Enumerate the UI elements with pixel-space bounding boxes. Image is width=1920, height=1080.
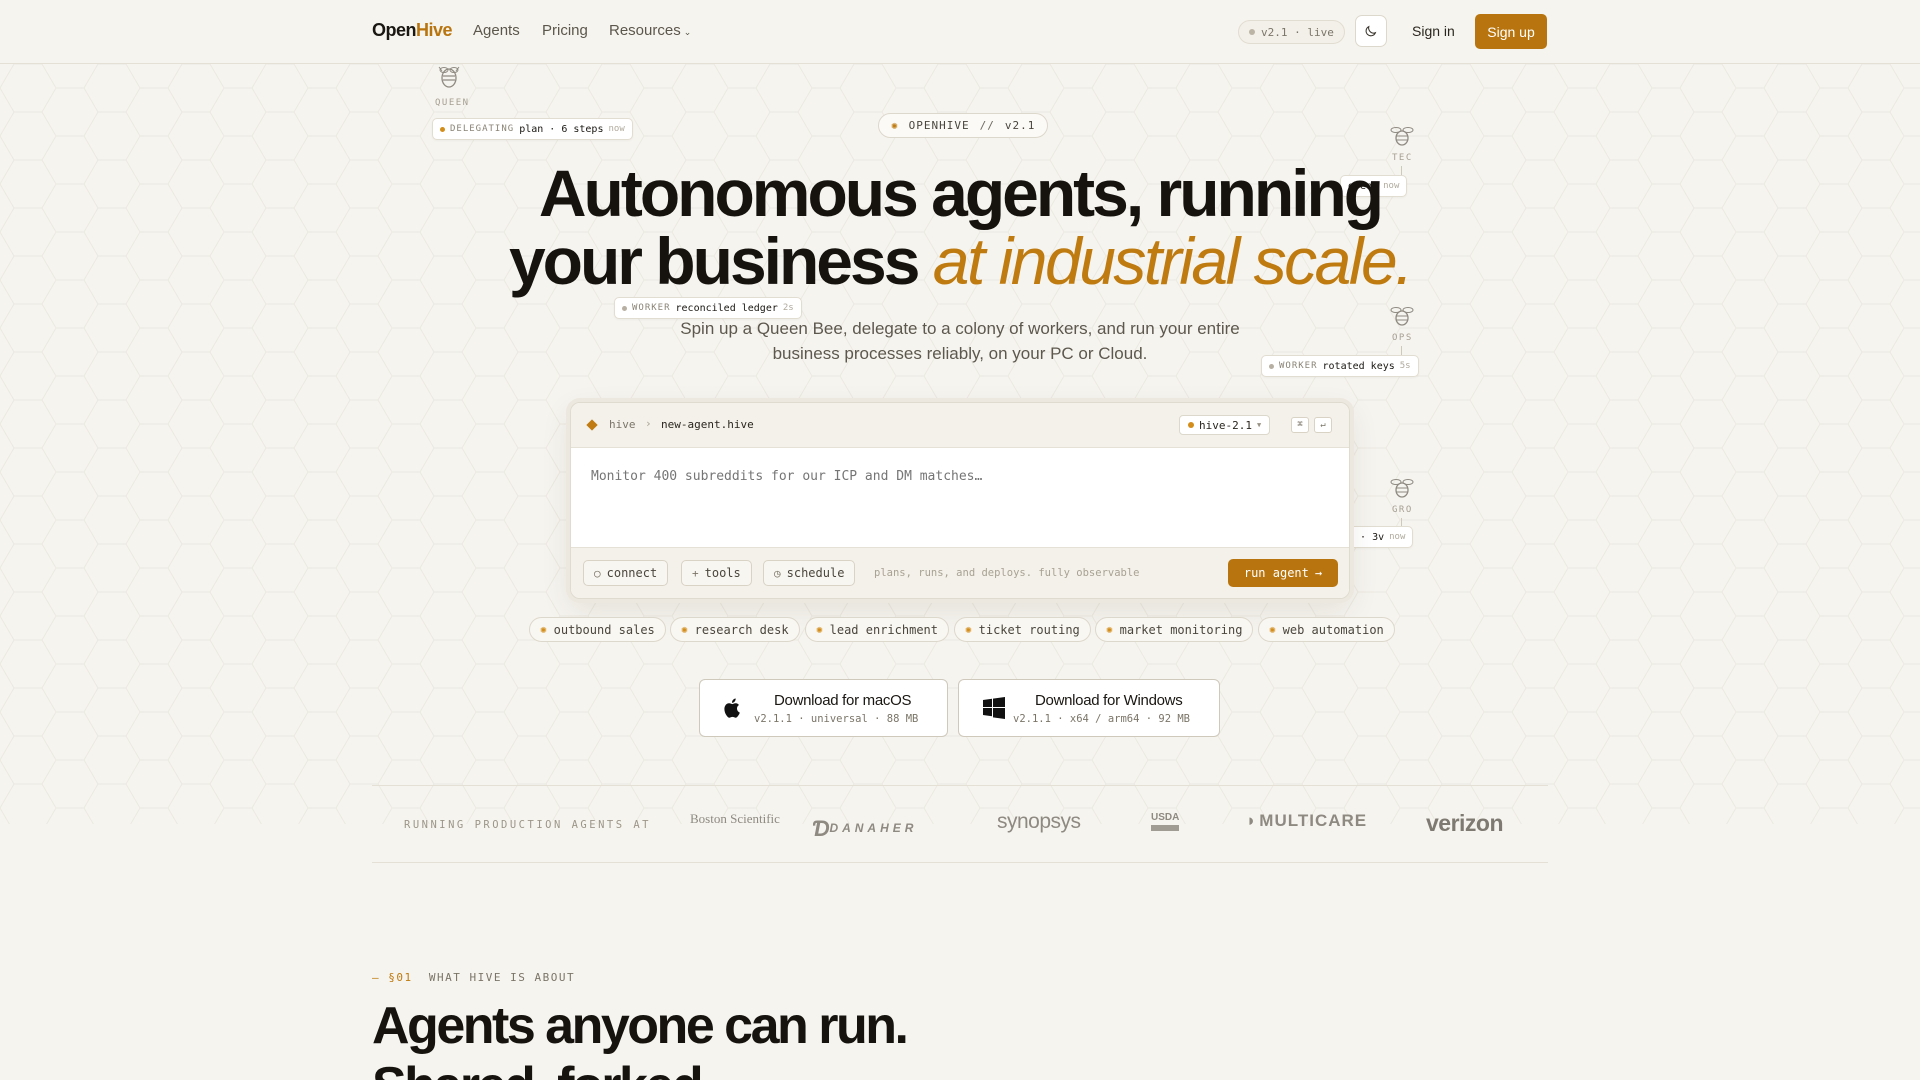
agent-prompt-input[interactable] — [591, 469, 1331, 484]
chip-ticket-routing[interactable]: ✺ ticket routing — [954, 617, 1091, 642]
logo-verizon: verizon — [1426, 810, 1504, 836]
chip-research-desk[interactable]: ✺ research desk — [670, 617, 800, 642]
download-windows-button[interactable]: Download for Windows v2.1.1 · x64 / arm6… — [958, 679, 1220, 737]
connect-button[interactable]: ○ connect — [583, 560, 669, 586]
version-status-pill: v2.1 · live — [1238, 20, 1345, 44]
gro-label: GRO — [1392, 505, 1413, 515]
hero-subtitle: Spin up a Queen Bee, delegate to a colon… — [680, 319, 1240, 363]
breadcrumb-root[interactable]: hive — [609, 418, 636, 431]
nav-link-agents[interactable]: Agents — [473, 22, 520, 39]
hero-title-line-2: your business at industrial scale. — [508, 224, 1414, 298]
sparkle-icon: ✺ — [816, 623, 823, 636]
breadcrumb-file: new-agent.hive — [661, 418, 754, 431]
windows-icon — [983, 697, 1005, 719]
prompt-footnote: plans, runs, and deploys. fully observab… — [874, 567, 1140, 579]
logo-multicare: ◗ MULTICARE — [1246, 811, 1368, 830]
prompt-footer: ○ connect + tools ◷ schedule plans, runs, a… — [571, 547, 1349, 598]
chip-web-automation[interactable]: ✺ web automation — [1258, 617, 1395, 642]
queen-bee-icon — [435, 62, 463, 95]
download-macos-title: Download for macOS — [774, 692, 912, 709]
nav-link-pricing[interactable]: Pricing — [542, 22, 588, 39]
section-label: — §01 WHAT HIVE IS ABOUT — [372, 971, 576, 984]
sparkle-icon: ✺ — [1269, 623, 1276, 636]
queen-label: QUEEN — [435, 98, 470, 108]
plus-icon: + — [692, 566, 699, 580]
logo-synopsys: SYNOPSYS — [997, 810, 1081, 833]
sign-up-button[interactable]: Sign up — [1475, 14, 1547, 49]
breadcrumb-separator: › — [645, 417, 652, 430]
logos-strip-label: RUNNING PRODUCTION AGENTS AT — [404, 819, 652, 831]
gro-status-card: n · 3v now — [1340, 526, 1414, 548]
section-title: Agents anyone can run.Shared, forked — [372, 997, 909, 1080]
sparkle-icon: ✺ — [681, 623, 688, 636]
version-badge: ✺ OPENHIVE//v2.1 — [878, 113, 1049, 138]
tools-button[interactable]: + tools — [681, 560, 752, 586]
command-key-icon: ⌘ — [1291, 417, 1309, 433]
agent-prompt-panel: hive › new-agent.hive hive-2.1▼ ⌘ ↵ ○con… — [570, 402, 1350, 599]
download-macos-meta: v2.1.1 · universal · 88 MB — [754, 713, 919, 725]
customer-logos-strip: RUNNING PRODUCTION AGENTS AT Boston Scie… — [372, 785, 1548, 863]
run-agent-button[interactable]: run agent → — [1228, 559, 1338, 587]
model-select[interactable]: hive-2.1 ▼ — [1179, 415, 1271, 435]
logo-usda: USDA — [1151, 812, 1180, 831]
caret-down-icon: ▼ — [1256, 421, 1262, 429]
sparkle-icon: ✺ — [540, 623, 547, 636]
hero-title-line-1: Autonomous agents, running — [538, 156, 1384, 230]
sparkle-icon: ✺ — [965, 623, 972, 636]
enter-key-icon: ↵ — [1314, 417, 1332, 433]
bee-small-icon: ✺ — [891, 119, 899, 132]
ops-label: OPS — [1392, 333, 1413, 343]
gro-bee-icon — [1388, 476, 1416, 507]
tec-bee-icon — [1388, 124, 1416, 155]
apple-icon — [724, 698, 740, 718]
schedule-button[interactable]: ◷ schedule — [763, 560, 856, 586]
download-macos-button[interactable]: Download for macOS v2.1.1 · universal · … — [699, 679, 948, 737]
hive-diamond-icon — [586, 419, 598, 431]
circle-icon: ○ — [594, 566, 601, 580]
theme-toggle-button[interactable] — [1355, 15, 1387, 47]
nav-link-resources[interactable]: Resources ⌄ — [609, 22, 691, 39]
top-nav: OpenHive Agents Pricing Resources ⌄ v2.1 … — [0, 0, 1920, 64]
logo-danaher: ƊDANAHER — [812, 816, 918, 841]
sign-in-link[interactable]: Sign in — [1412, 23, 1455, 39]
chip-market-monitoring[interactable]: ✺ market monitoring — [1095, 617, 1254, 642]
arrow-right-icon: → — [1314, 566, 1323, 580]
chip-lead-enrichment[interactable]: ✺ lead enrichment — [805, 617, 949, 642]
ops-status-card: WORKER rotated keys 5s — [1261, 355, 1419, 377]
download-windows-meta: v2.1.1 · x64 / arm64 · 92 MB — [1013, 713, 1191, 725]
prompt-header: hive › new-agent.hive hive-2.1 ▼ ⌘ ↵ — [571, 403, 1349, 448]
download-windows-title: Download for Windows — [1035, 692, 1183, 709]
logo[interactable]: OpenHive — [372, 20, 453, 41]
moon-icon — [1365, 25, 1377, 37]
queen-status-card: DELEGATING plan · 6 steps now — [432, 118, 633, 140]
logo-boston-scientific: Boston Scientific — [690, 811, 780, 826]
clock-icon: ◷ — [774, 566, 781, 580]
chevron-down-icon: ⌄ — [683, 27, 692, 37]
sparkle-icon: ✺ — [1106, 623, 1113, 636]
chip-outbound-sales[interactable]: ✺ outbound sales — [529, 617, 666, 642]
ops-connector — [1401, 346, 1402, 355]
ops-bee-icon — [1388, 304, 1416, 335]
status-dot-icon — [1249, 29, 1255, 35]
